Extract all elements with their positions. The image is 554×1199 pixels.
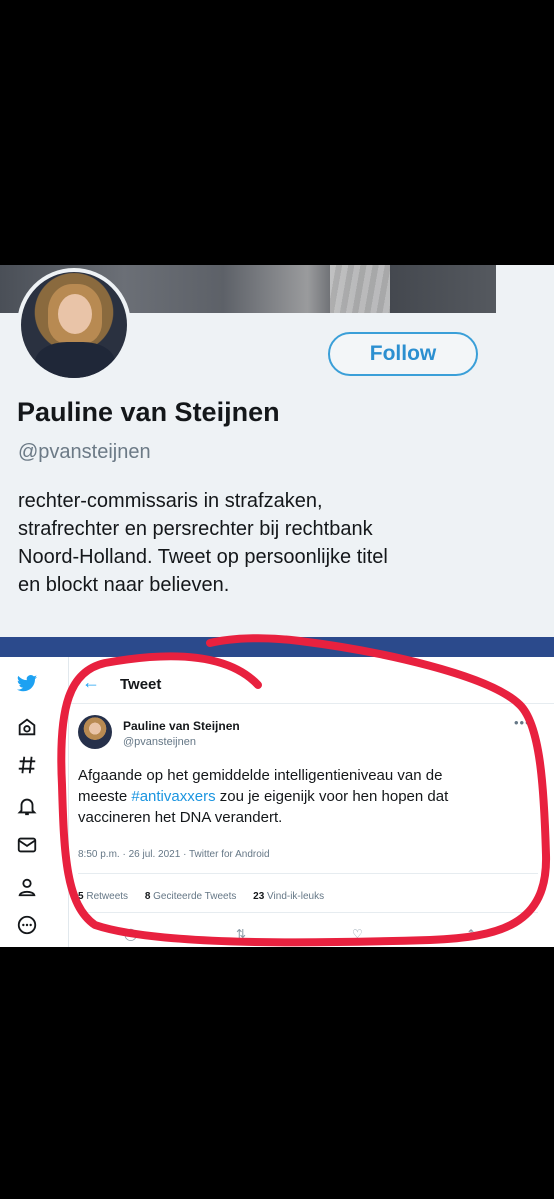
twitter-bird-icon[interactable] — [13, 669, 41, 697]
more-circle-icon[interactable] — [13, 911, 41, 939]
bio-line: en blockt naar believen. — [18, 574, 230, 596]
like-icon[interactable]: ♡ — [352, 927, 368, 943]
banner-detail — [330, 265, 390, 313]
profile-handle: @pvansteijnen — [18, 441, 151, 463]
profile-icon[interactable] — [13, 873, 41, 901]
avatar-photo — [21, 272, 127, 378]
avatar-face — [58, 294, 92, 334]
hashtag-icon[interactable] — [13, 751, 41, 779]
tweet-author-avatar[interactable] — [78, 715, 112, 749]
tweet-stats: 5 Retweets 8 Geciteerde Tweets 23 Vind-i… — [78, 891, 324, 902]
tweet-text-line: vaccineren het DNA verandert. — [78, 809, 283, 826]
mail-icon[interactable] — [13, 831, 41, 859]
home-icon[interactable] — [13, 713, 41, 741]
tweet-text-line: meeste #antivaxxers zou je eigenijk voor… — [78, 786, 538, 807]
profile-name: Pauline van Steijnen — [17, 397, 280, 427]
tweet-text-fragment: meeste — [78, 788, 132, 805]
meta-divider — [78, 873, 538, 874]
tweet-text-fragment: zou je eigenijk voor hen hopen dat — [215, 788, 449, 805]
retweets-label[interactable]: Retweets — [86, 891, 128, 902]
more-options-icon[interactable]: ••• — [514, 715, 531, 730]
hashtag-link[interactable]: #antivaxxers — [131, 788, 215, 805]
bio-line: Noord-Holland. Tweet op persoonlijke tit… — [18, 546, 388, 568]
profile-bio: rechter-commissaris in strafzaken, straf… — [18, 487, 518, 599]
browser-bookmark-bar — [0, 637, 554, 657]
tweet-meta: 8:50 p.m. · 26 jul. 2021 · Twitter for A… — [78, 849, 270, 860]
tweet-header-title: Tweet — [120, 676, 162, 693]
sidebar-divider — [68, 657, 69, 947]
profile-avatar[interactable] — [17, 268, 131, 382]
quotes-count[interactable]: 8 — [145, 891, 151, 902]
quotes-label[interactable]: Geciteerde Tweets — [153, 891, 236, 902]
tweet-text: Afgaande op het gemiddelde intelligentie… — [78, 765, 538, 828]
back-arrow-icon[interactable]: ← — [82, 672, 100, 693]
bell-icon[interactable] — [13, 792, 41, 820]
follow-button[interactable]: Follow — [328, 332, 478, 376]
tweet-author-handle[interactable]: @pvansteijnen — [123, 736, 196, 748]
retweets-count[interactable]: 5 — [78, 891, 84, 902]
stats-divider — [78, 912, 538, 913]
likes-count[interactable]: 23 — [253, 891, 264, 902]
retweet-icon[interactable]: ⇅ — [236, 927, 252, 943]
screenshot-content: Follow Pauline van Steijnen @pvansteijne… — [0, 265, 554, 947]
bio-line: rechter-commissaris in strafzaken, — [18, 490, 323, 512]
bio-line: strafrechter en persrechter bij rechtban… — [18, 518, 373, 540]
share-icon[interactable]: ↥ — [466, 927, 482, 943]
likes-label[interactable]: Vind-ik-leuks — [267, 891, 324, 902]
tweet-text-line: Afgaande op het gemiddelde intelligentie… — [78, 767, 443, 784]
header-divider — [68, 703, 554, 704]
tweet-author-name[interactable]: Pauline van Steijnen — [123, 719, 240, 733]
reply-icon[interactable]: ◯ — [124, 927, 140, 943]
avatar-body — [35, 342, 115, 378]
